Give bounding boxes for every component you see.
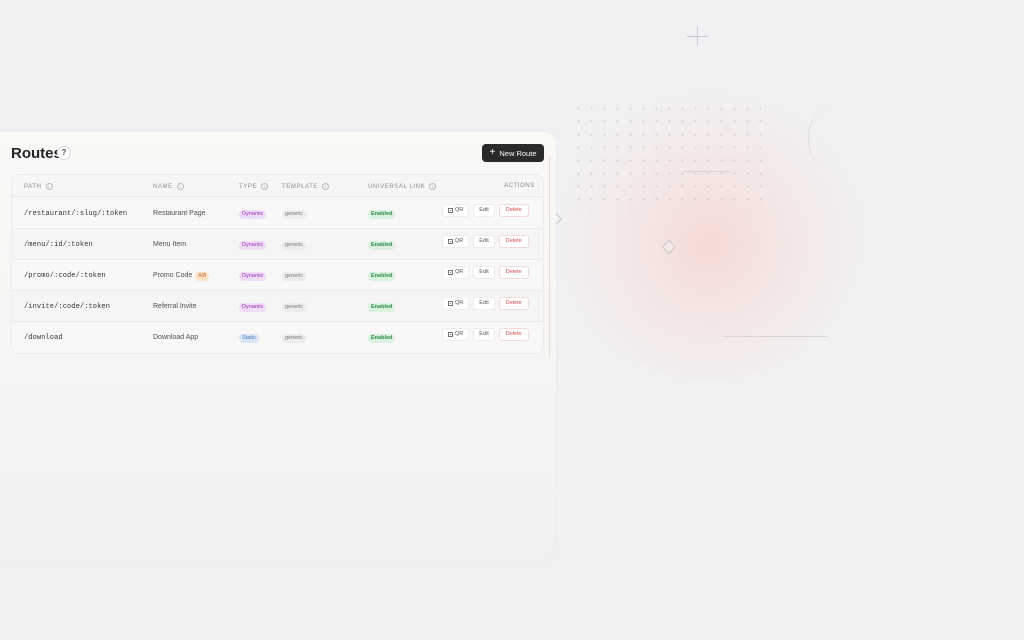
routes-table: PATH i NAME i TYPE i TEMPLATE i UNIVERSA…: [11, 174, 544, 354]
background-line: [684, 171, 730, 172]
route-path: /promo/:code/:token: [24, 272, 106, 280]
route-name-cell: Promo Code A/B: [153, 272, 210, 281]
type-badge: Static: [239, 334, 259, 343]
template-badge: generic: [282, 303, 307, 312]
route-name: Referral Invite: [153, 303, 197, 310]
status-badge: Enabled: [368, 272, 396, 281]
route-universal-link: Enabled: [368, 210, 396, 219]
route-template: generic: [282, 210, 307, 219]
route-name: Menu Item: [153, 241, 187, 248]
route-path: /restaurant/:slug/:token: [24, 210, 128, 218]
qr-code-icon: [448, 332, 453, 337]
card-header: Routes ? + New Route: [11, 144, 544, 166]
info-icon[interactable]: i: [322, 183, 330, 190]
new-route-label: New Route: [499, 148, 537, 158]
template-badge: generic: [282, 272, 307, 281]
table-row[interactable]: /menu/:id/:token Menu Item Dynamic gener…: [12, 229, 543, 260]
delete-button[interactable]: Delete: [498, 297, 529, 310]
edit-button[interactable]: Edit: [473, 297, 495, 310]
type-badge: Dynamic: [239, 241, 267, 250]
route-template: generic: [282, 334, 307, 343]
edit-button[interactable]: Edit: [473, 204, 495, 217]
route-template: generic: [282, 303, 307, 312]
info-icon[interactable]: i: [45, 183, 53, 190]
card-edge-line: [549, 156, 550, 358]
status-badge: Enabled: [368, 334, 396, 343]
row-actions: QR Edit Delete: [442, 297, 529, 310]
info-icon[interactable]: i: [429, 183, 437, 190]
row-actions: QR Edit Delete: [442, 235, 529, 248]
table-header: PATH i NAME i TYPE i TEMPLATE i UNIVERSA…: [12, 175, 543, 197]
route-type: Static: [239, 334, 259, 343]
edit-button[interactable]: Edit: [473, 266, 495, 279]
row-actions: QR Edit Delete: [442, 328, 529, 341]
qr-button[interactable]: QR: [442, 328, 470, 341]
plus-icon: +: [489, 147, 496, 158]
edit-button[interactable]: Edit: [473, 328, 495, 341]
new-route-button[interactable]: + New Route: [482, 144, 544, 162]
route-type: Dynamic: [239, 210, 267, 219]
route-universal-link: Enabled: [368, 334, 396, 343]
type-badge: Dynamic: [239, 210, 267, 219]
template-badge: generic: [282, 241, 307, 250]
template-badge: generic: [282, 334, 307, 343]
table-row[interactable]: /invite/:code/:token Referral Invite Dyn…: [12, 291, 543, 322]
status-badge: Enabled: [368, 241, 396, 250]
type-badge: Dynamic: [239, 303, 267, 312]
info-icon[interactable]: i: [176, 183, 184, 190]
column-header-name[interactable]: NAME i: [153, 183, 184, 190]
route-type: Dynamic: [239, 241, 267, 250]
route-universal-link: Enabled: [368, 303, 396, 312]
route-name: Download App: [153, 334, 199, 341]
info-icon[interactable]: i: [261, 183, 269, 190]
row-actions: QR Edit Delete: [442, 204, 529, 217]
type-badge: Dynamic: [239, 272, 267, 281]
qr-button[interactable]: QR: [442, 266, 470, 279]
row-actions: QR Edit Delete: [442, 266, 529, 279]
delete-button[interactable]: Delete: [498, 328, 529, 341]
column-header-actions: ACTIONS: [504, 183, 535, 189]
delete-button[interactable]: Delete: [498, 204, 529, 217]
qr-code-icon: [448, 208, 453, 213]
routes-card: Routes ? + New Route PATH i NAME i TYPE …: [0, 132, 556, 560]
help-button[interactable]: ?: [57, 146, 71, 160]
route-name: Restaurant Page: [153, 210, 206, 217]
background-dot-grid: [572, 102, 772, 212]
qr-button[interactable]: QR: [442, 235, 470, 248]
edit-button[interactable]: Edit: [473, 235, 495, 248]
delete-button[interactable]: Delete: [498, 266, 529, 279]
template-badge: generic: [282, 210, 307, 219]
qr-button[interactable]: QR: [442, 204, 470, 217]
table-row[interactable]: /promo/:code/:token Promo Code A/B Dynami…: [12, 260, 543, 291]
column-header-universal-link[interactable]: UNIVERSAL LINK i: [368, 183, 437, 190]
status-badge: Enabled: [368, 210, 396, 219]
background-arc: [808, 108, 848, 168]
route-template: generic: [282, 272, 307, 281]
status-badge: Enabled: [368, 303, 396, 312]
table-row[interactable]: /restaurant/:slug/:token Restaurant Page…: [12, 198, 543, 229]
delete-button[interactable]: Delete: [498, 235, 529, 248]
route-type: Dynamic: [239, 303, 267, 312]
route-universal-link: Enabled: [368, 241, 396, 250]
qr-code-icon: [448, 301, 453, 306]
route-template: generic: [282, 241, 307, 250]
column-header-path[interactable]: PATH i: [24, 183, 53, 190]
qr-code-icon: [448, 239, 453, 244]
column-header-template[interactable]: TEMPLATE i: [282, 183, 330, 190]
route-path: /download: [24, 334, 63, 342]
route-path: /menu/:id/:token: [24, 241, 93, 249]
background-line: [722, 336, 828, 337]
background-crosshair: [687, 36, 708, 37]
qr-button[interactable]: QR: [442, 297, 470, 310]
column-header-type[interactable]: TYPE i: [239, 183, 269, 190]
ab-test-badge: A/B: [195, 272, 210, 281]
route-path: /invite/:code/:token: [24, 303, 111, 311]
route-name: Promo Code: [153, 272, 193, 279]
page-title: Routes: [11, 145, 62, 162]
route-universal-link: Enabled: [368, 272, 396, 281]
qr-code-icon: [448, 270, 453, 275]
table-row[interactable]: /download Download App Static generic En…: [12, 322, 543, 353]
route-type: Dynamic: [239, 272, 267, 281]
